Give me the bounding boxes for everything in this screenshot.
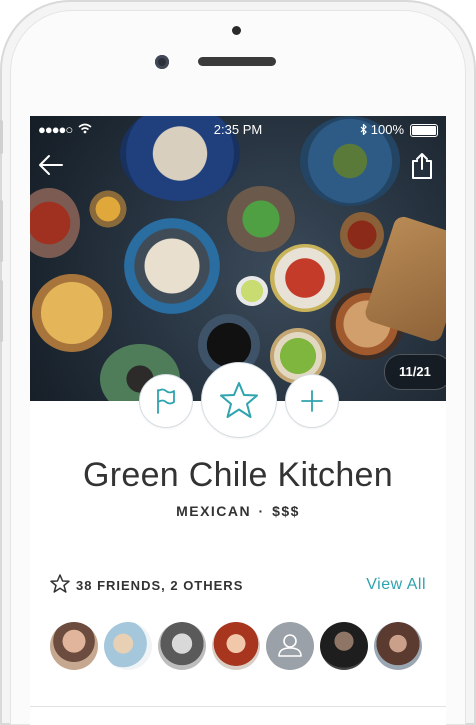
price-label: $$$ bbox=[272, 503, 300, 519]
friends-summary-row: 38 FRIENDS, 2 OTHERS View All bbox=[50, 574, 426, 596]
cuisine-label: MEXICAN bbox=[176, 503, 252, 519]
status-bar: ●●●●○ 2:35 PM 100% bbox=[30, 122, 446, 138]
back-button[interactable] bbox=[38, 154, 66, 178]
food-bowl-pico bbox=[270, 244, 340, 312]
restaurant-name: Green Chile Kitchen bbox=[83, 456, 393, 494]
favorite-star-button[interactable] bbox=[201, 362, 277, 438]
avatar[interactable] bbox=[50, 622, 98, 670]
user-icon bbox=[278, 634, 302, 657]
friends-count-text: 38 FRIENDS, 2 OTHERS bbox=[76, 578, 244, 593]
volume-up-button bbox=[0, 200, 3, 262]
battery-percent: 100% bbox=[360, 122, 404, 137]
restaurant-hero-photo[interactable]: ●●●●○ 2:35 PM 100% 11/21 bbox=[30, 116, 446, 401]
plus-icon bbox=[301, 390, 323, 412]
avatar[interactable] bbox=[104, 622, 152, 670]
share-button[interactable] bbox=[410, 152, 436, 180]
star-outline-icon bbox=[50, 574, 70, 598]
photo-counter-badge[interactable]: 11/21 bbox=[384, 354, 446, 390]
proximity-sensor bbox=[232, 26, 241, 35]
meta-separator: · bbox=[258, 503, 265, 519]
app-screen: ●●●●○ 2:35 PM 100% 11/21 Green Chile Kit… bbox=[30, 116, 446, 725]
food-bowl-red-sauce bbox=[340, 212, 384, 258]
food-bowl-salsa-left bbox=[30, 188, 80, 258]
mute-switch bbox=[0, 120, 3, 154]
arrow-left-icon bbox=[39, 155, 63, 175]
food-bowl-salsa-verde bbox=[226, 186, 296, 252]
food-bowl-chips bbox=[32, 274, 112, 352]
avatar[interactable] bbox=[320, 622, 368, 670]
view-all-link[interactable]: View All bbox=[366, 576, 426, 594]
food-glass-drink bbox=[88, 186, 128, 232]
front-camera bbox=[155, 55, 169, 69]
volume-down-button bbox=[0, 280, 3, 342]
avatar[interactable] bbox=[212, 622, 260, 670]
add-button[interactable] bbox=[285, 374, 339, 428]
friends-avatar-list bbox=[50, 622, 426, 672]
star-icon bbox=[220, 382, 258, 418]
section-divider bbox=[30, 706, 446, 707]
avatar-placeholder[interactable] bbox=[266, 622, 314, 670]
battery-icon bbox=[410, 124, 438, 137]
flag-button[interactable] bbox=[139, 374, 193, 428]
earpiece-speaker bbox=[198, 57, 276, 66]
bluetooth-icon bbox=[360, 123, 367, 136]
avatar[interactable] bbox=[158, 622, 206, 670]
food-bowl-chicken bbox=[124, 218, 220, 314]
share-icon bbox=[412, 153, 432, 179]
avatar[interactable] bbox=[374, 622, 422, 670]
flag-icon bbox=[157, 388, 175, 414]
restaurant-meta: MEXICAN · $$$ bbox=[30, 503, 446, 519]
battery-percent-text: 100% bbox=[370, 122, 404, 137]
food-bowl-lime bbox=[236, 276, 268, 306]
